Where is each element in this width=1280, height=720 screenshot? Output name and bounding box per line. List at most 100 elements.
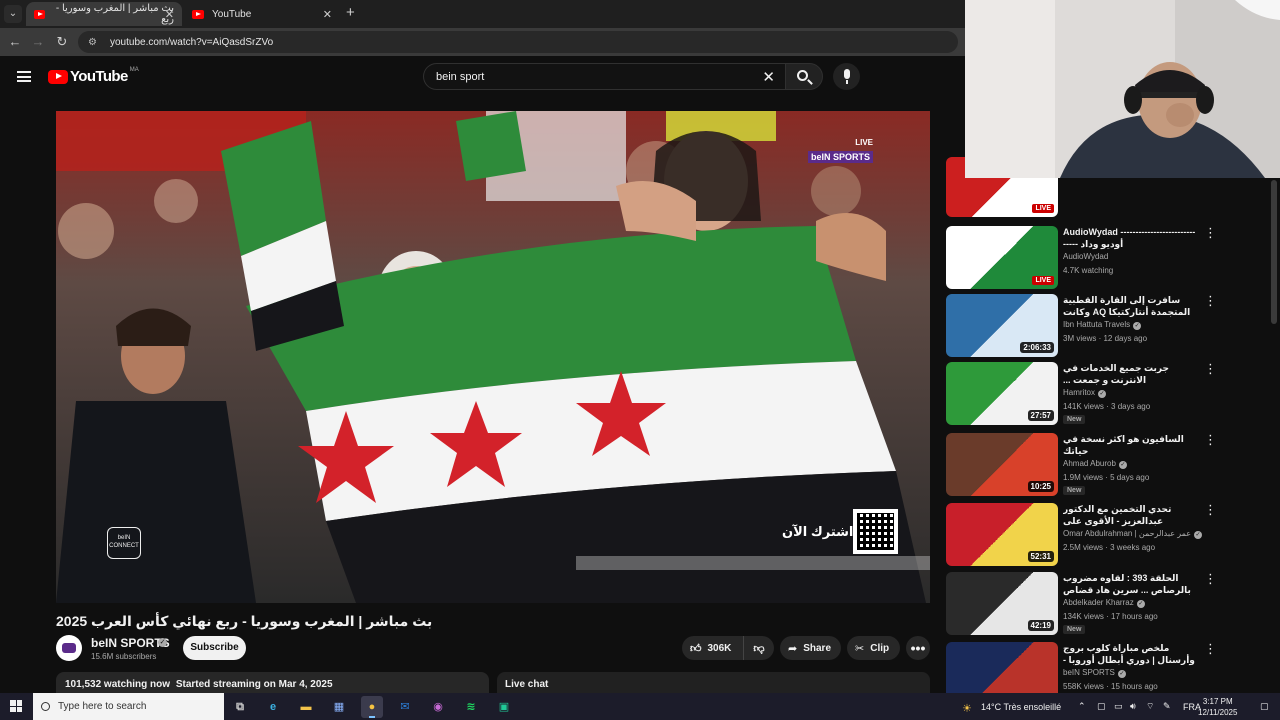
like-button[interactable]: 👍︎ 306K <box>682 636 744 660</box>
recommendation-title[interactable]: السافيون هو اكثر نسخة في حياتك <box>1063 433 1198 457</box>
recommendation-thumbnail[interactable]: 2:06:33 <box>946 294 1058 357</box>
close-tab-icon[interactable]: ✕ <box>323 8 332 21</box>
live-chat-label: Live chat <box>505 679 549 690</box>
browser-tab[interactable]: YouTube ✕ <box>184 2 340 26</box>
new-badge: New <box>1063 486 1086 495</box>
recommendation-item[interactable]: LIVE AudioWydad -------------------------… <box>946 226 1276 292</box>
channel-avatar[interactable] <box>56 635 82 661</box>
pen-icon[interactable]: ✎ <box>1163 701 1171 712</box>
channel-watermark-text: beIN SPORTS <box>808 151 874 163</box>
taskbar-search-box[interactable]: Type here to search <box>33 693 224 720</box>
new-tab-button[interactable]: + <box>346 5 355 21</box>
microsoft-store-icon[interactable]: ▦ <box>328 696 350 718</box>
recommendation-title[interactable]: ملخص مباراة كلوب بروج وأرسنال | دوري أبط… <box>1063 642 1198 666</box>
task-view-icon[interactable]: ⧉ <box>229 696 251 718</box>
voice-search-button[interactable] <box>833 63 860 90</box>
volume-icon[interactable]: 🔊︎ <box>1130 701 1136 712</box>
recommendation-channel[interactable]: Abdelkader Kharraz ✓ <box>1063 598 1145 608</box>
weather-text[interactable]: 14°C Très ensoleillé <box>981 702 1061 712</box>
recommendation-channel[interactable]: Omar Abdulrahman | عمر عبدالرحمن ✓ <box>1063 529 1203 539</box>
recommendation-title[interactable]: تحدي التخمين مع الدكتور عبدالعزيز - الأق… <box>1063 503 1198 527</box>
site-info-icon[interactable]: ⚙ <box>88 37 100 48</box>
forward-arrow-icon[interactable]: → <box>29 33 47 51</box>
back-arrow-icon[interactable]: ← <box>6 33 24 51</box>
close-tab-icon[interactable]: ✕ <box>165 8 174 21</box>
recommendation-item[interactable]: 52:31 تحدي التخمين مع الدكتور عبدالعزيز -… <box>946 503 1276 569</box>
new-badge: New <box>1063 415 1086 424</box>
more-vertical-icon[interactable]: ⋮ <box>1204 433 1217 446</box>
description-box[interactable]: 101,532 watching now Started streaming o… <box>56 672 489 694</box>
dislike-button[interactable]: 👎︎ <box>744 642 774 655</box>
clear-search-icon[interactable]: ✕ <box>762 68 775 86</box>
recommendation-meta: 134K views · 17 hours ago <box>1063 612 1158 621</box>
tray-app-icon[interactable]: ▢ <box>1097 701 1106 712</box>
recommendation-channel[interactable]: Ibn Hattuta Travels ✓ <box>1063 320 1142 330</box>
address-bar[interactable]: ⚙ youtube.com/watch?v=AiQasdSrZVo <box>78 31 958 53</box>
recommendation-thumbnail[interactable]: 52:31 <box>946 503 1058 566</box>
bein-sports-watermark: LIVE beIN SPORTS <box>808 138 874 165</box>
clip-button[interactable]: ✂ Clip <box>847 636 900 660</box>
sidebar-scrollbar[interactable] <box>1271 180 1277 324</box>
recommendation-channel-name: AudioWydad <box>1063 252 1109 261</box>
recommendation-item[interactable]: 10:25 السافيون هو اكثر نسخة في حياتك Ahmad… <box>946 433 1276 499</box>
recommendation-title[interactable]: جربت جميع الخدمات في الانترنت و جمعت ... <box>1063 362 1198 386</box>
file-explorer-icon[interactable]: ▬ <box>295 696 317 718</box>
subscribe-button[interactable]: Subscribe <box>183 636 246 660</box>
reload-icon[interactable]: ↻ <box>53 33 71 51</box>
subscribe-now-overlay: اشترك الآن <box>782 524 854 539</box>
recommendation-title[interactable]: سافرت إلى القارة القطبية المتجمدة أنتارك… <box>1063 294 1198 318</box>
weather-icon: ☀ <box>962 703 972 715</box>
spotify-icon[interactable]: ≋ <box>460 696 482 718</box>
recommendation-channel[interactable]: Hamritox ✓ <box>1063 388 1107 398</box>
youtube-logo[interactable]: YouTube MA <box>48 67 139 85</box>
wifi-icon[interactable]: ⌔ <box>1146 701 1154 712</box>
search-input[interactable]: bein sport ✕ <box>423 63 785 90</box>
recommendation-thumbnail[interactable]: 10:25 <box>946 433 1058 496</box>
app-icon[interactable]: ▣ <box>493 696 515 718</box>
verified-check-icon: ✓ <box>1194 531 1203 539</box>
recommendation-thumbnail[interactable]: 42:19 <box>946 572 1058 635</box>
more-vertical-icon[interactable]: ⋮ <box>1204 362 1217 375</box>
tab-title: بث مباشر | المغرب وسوريا - ربع <box>55 3 174 25</box>
recommendation-thumbnail[interactable]: LIVE <box>946 226 1058 289</box>
edge-browser-icon[interactable]: e <box>262 696 284 718</box>
duration-badge: 42:19 <box>1027 620 1054 631</box>
recommendation-meta: 558K views · 15 hours ago <box>1063 682 1158 691</box>
more-vertical-icon[interactable]: ⋮ <box>1204 572 1217 585</box>
logo-text: YouTube <box>70 68 128 85</box>
recommendation-title[interactable]: AudioWydad -----------------------------… <box>1063 226 1198 250</box>
recommendation-title[interactable]: الحلقة 393 : لقاوه مضروب بالرصاص ... سري… <box>1063 572 1198 596</box>
recommendation-channel[interactable]: Ahmad Aburob ✓ <box>1063 459 1127 469</box>
share-button[interactable]: ➦ Share <box>780 636 841 660</box>
more-actions-button[interactable]: ••• <box>906 636 930 660</box>
more-vertical-icon[interactable]: ⋮ <box>1204 226 1217 239</box>
recommendation-channel[interactable]: AudioWydad <box>1063 252 1108 261</box>
video-player[interactable]: LIVE beIN SPORTS اشترك الآن beIN CONNECT <box>56 111 930 603</box>
tab-search-menu-button[interactable]: ⌄ <box>4 5 22 23</box>
youtube-favicon-icon <box>34 9 45 19</box>
notification-icon[interactable]: ▢ <box>1260 701 1269 712</box>
menu-hamburger-icon[interactable] <box>17 71 31 82</box>
tray-chevron-icon[interactable]: ⌃ <box>1078 701 1086 712</box>
recommendation-channel-name: beIN SPORTS <box>1063 668 1115 677</box>
live-badge: LIVE <box>1032 276 1054 285</box>
search-icon <box>797 70 808 81</box>
network-icon[interactable]: ▭ <box>1114 701 1123 712</box>
recommendation-item[interactable]: 42:19 الحلقة 393 : لقاوه مضروب بالرصاص ..… <box>946 572 1276 638</box>
outlook-icon[interactable]: ✉ <box>394 696 416 718</box>
subscriber-count: 15.6M subscribers <box>91 652 157 661</box>
windows-start-icon[interactable] <box>10 700 22 712</box>
search-button[interactable] <box>785 63 823 90</box>
recommendation-channel[interactable]: beIN SPORTS ✓ <box>1063 668 1126 678</box>
discord-icon[interactable]: ◉ <box>427 696 449 718</box>
recommendation-item[interactable]: 2:06:33 سافرت إلى القارة القطبية المتجمدة… <box>946 294 1276 360</box>
more-vertical-icon[interactable]: ⋮ <box>1204 294 1217 307</box>
browser-tab-active[interactable]: بث مباشر | المغرب وسوريا - ربع ✕ <box>26 2 182 26</box>
more-vertical-icon[interactable]: ⋮ <box>1204 642 1217 655</box>
taskbar-clock[interactable]: 3:17 PM 12/11/2025 <box>1198 696 1237 718</box>
more-vertical-icon[interactable]: ⋮ <box>1204 503 1217 516</box>
recommendation-thumbnail[interactable]: 27:57 <box>946 362 1058 425</box>
chrome-browser-icon[interactable]: ● <box>361 696 383 718</box>
live-chat-header[interactable]: Live chat <box>497 672 930 694</box>
recommendation-item[interactable]: 27:57 جربت جميع الخدمات في الانترنت و جمع… <box>946 362 1276 428</box>
